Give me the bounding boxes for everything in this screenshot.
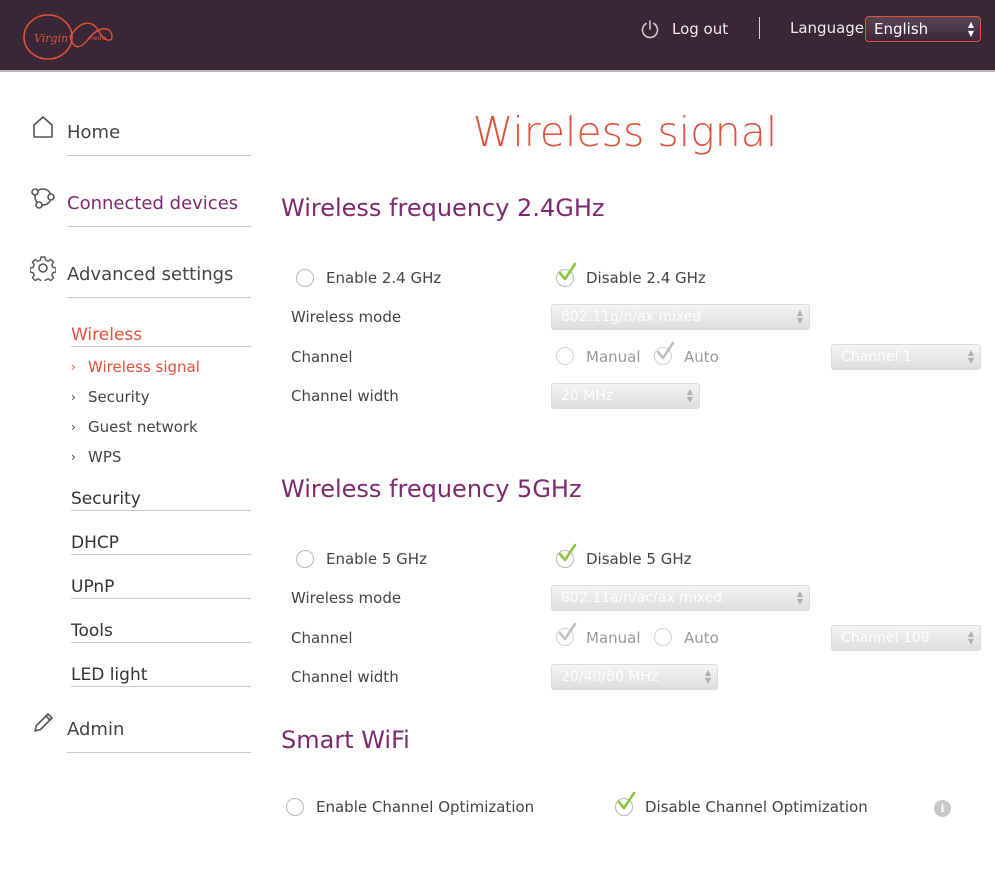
- wireless-mode-select-5ghz[interactable]: 802.11a/n/ac/ax mixed ▲ ▼: [551, 585, 810, 611]
- select-value: 20/40/80 MHz: [561, 669, 659, 685]
- header-divider: [759, 17, 760, 39]
- svg-text:Virgin: Virgin: [34, 32, 68, 45]
- wireless-mode-label: Wireless mode: [291, 589, 402, 607]
- channel-select-5ghz[interactable]: Channel 108 ▲ ▼: [831, 625, 981, 651]
- sidebar-item-guest-network[interactable]: › Guest network: [71, 418, 198, 436]
- logout-button[interactable]: Log out: [640, 18, 728, 40]
- enable-2-4ghz-radio[interactable]: [296, 269, 314, 287]
- sidebar-item-label: Security: [88, 388, 150, 406]
- checkmark-icon: [558, 543, 577, 562]
- channel-select-2-4ghz[interactable]: Channel 1 ▲ ▼: [831, 344, 981, 370]
- sidebar-item-wps[interactable]: › WPS: [71, 448, 121, 466]
- select-arrows-icon: ▲ ▼: [704, 668, 711, 685]
- divider: [71, 554, 251, 555]
- channel-auto-label: Auto: [684, 629, 719, 647]
- sidebar-item-admin[interactable]: Admin: [67, 719, 124, 740]
- divider: [71, 642, 251, 643]
- sidebar-item-connected-devices[interactable]: Connected devices: [67, 193, 238, 214]
- chevron-right-icon: ›: [71, 450, 76, 464]
- enable-channel-optimization-radio[interactable]: [286, 798, 304, 816]
- channel-auto-radio-5ghz[interactable]: [654, 628, 672, 646]
- sidebar-item-wireless[interactable]: Wireless: [71, 325, 142, 345]
- sidebar-item-label: Guest network: [88, 418, 198, 436]
- divider: [67, 297, 251, 298]
- select-value: 802.11a/n/ac/ax mixed: [561, 590, 723, 606]
- sidebar-item-led-light[interactable]: LED light: [71, 665, 147, 685]
- virgin-media-logo[interactable]: Virgin media: [22, 12, 114, 62]
- channel-width-label: Channel width: [291, 387, 399, 405]
- chevron-right-icon: ›: [71, 360, 76, 374]
- select-arrows-icon: ▲ ▼: [686, 387, 693, 404]
- wireless-mode-label: Wireless mode: [291, 308, 402, 326]
- connected-devices-icon: [31, 188, 55, 209]
- channel-auto-label: Auto: [684, 348, 719, 366]
- logout-label: Log out: [672, 20, 729, 38]
- gear-icon: [30, 256, 56, 281]
- select-value: 802.11g/n/ax mixed: [561, 309, 702, 325]
- sidebar-item-advanced-settings[interactable]: Advanced settings: [67, 264, 233, 285]
- enable-5ghz-label: Enable 5 GHz: [326, 550, 427, 568]
- select-arrows-icon: ▲ ▼: [967, 629, 974, 646]
- divider: [71, 686, 251, 687]
- select-arrows-icon: ▲ ▼: [796, 589, 803, 606]
- channel-manual-radio-2-4ghz[interactable]: [556, 347, 574, 365]
- channel-width-select-2-4ghz[interactable]: 20 MHz ▲ ▼: [551, 383, 700, 409]
- checkmark-icon: [617, 791, 636, 810]
- divider: [71, 346, 251, 347]
- sidebar-item-dhcp[interactable]: DHCP: [71, 533, 119, 553]
- checkmark-icon: [558, 262, 577, 281]
- language-value: English: [874, 20, 929, 38]
- select-value: Channel 108: [841, 630, 930, 646]
- section-title-2-4ghz: Wireless frequency 2.4GHz: [281, 194, 605, 222]
- section-title-smart-wifi: Smart WiFi: [281, 726, 410, 754]
- divider: [67, 226, 251, 227]
- section-title-5ghz: Wireless frequency 5GHz: [281, 475, 582, 503]
- enable-channel-optimization-label: Enable Channel Optimization: [316, 798, 535, 816]
- checkmark-icon: [656, 341, 675, 360]
- channel-width-label: Channel width: [291, 668, 399, 686]
- checkmark-icon: [558, 622, 577, 641]
- sidebar-item-wireless-signal[interactable]: › Wireless signal: [71, 358, 200, 376]
- select-value: Channel 1: [841, 349, 912, 365]
- pencil-icon: [34, 713, 53, 732]
- sidebar-item-label: WPS: [88, 448, 122, 466]
- select-arrows-icon: ▲ ▼: [967, 348, 974, 365]
- disable-5ghz-label: Disable 5 GHz: [586, 550, 692, 568]
- disable-channel-optimization-label: Disable Channel Optimization: [645, 798, 868, 816]
- enable-5ghz-radio[interactable]: [296, 550, 314, 568]
- divider: [71, 598, 251, 599]
- chevron-right-icon: ›: [71, 390, 76, 404]
- channel-manual-label: Manual: [586, 629, 641, 647]
- channel-manual-label: Manual: [586, 348, 641, 366]
- channel-width-select-5ghz[interactable]: 20/40/80 MHz ▲ ▼: [551, 664, 718, 690]
- svg-text:media: media: [88, 35, 107, 42]
- disable-2-4ghz-label: Disable 2.4 GHz: [586, 269, 706, 287]
- page-title: Wireless signal: [472, 108, 778, 156]
- select-value: 20 MHz: [561, 388, 614, 404]
- language-select[interactable]: English ▲ ▼: [865, 16, 981, 42]
- power-icon: [641, 20, 659, 39]
- select-arrows-icon: ▲ ▼: [967, 20, 974, 38]
- enable-2-4ghz-label: Enable 2.4 GHz: [326, 269, 442, 287]
- sidebar-item-security[interactable]: Security: [71, 489, 141, 509]
- sidebar-item-tools[interactable]: Tools: [71, 621, 113, 641]
- language-label: Language: [790, 19, 865, 37]
- chevron-right-icon: ›: [71, 420, 76, 434]
- info-icon[interactable]: i: [934, 800, 951, 817]
- sidebar-item-wireless-security[interactable]: › Security: [71, 388, 150, 406]
- channel-label: Channel: [291, 348, 353, 366]
- divider: [71, 510, 251, 511]
- top-header: Virgin media Log out Language English ▲ ▼: [0, 0, 995, 72]
- channel-label: Channel: [291, 629, 353, 647]
- select-arrows-icon: ▲ ▼: [796, 308, 803, 325]
- wireless-mode-select-2-4ghz[interactable]: 802.11g/n/ax mixed ▲ ▼: [551, 304, 810, 330]
- sidebar-item-label: Wireless signal: [88, 358, 200, 376]
- sidebar-item-upnp[interactable]: UPnP: [71, 577, 114, 597]
- divider: [67, 752, 251, 753]
